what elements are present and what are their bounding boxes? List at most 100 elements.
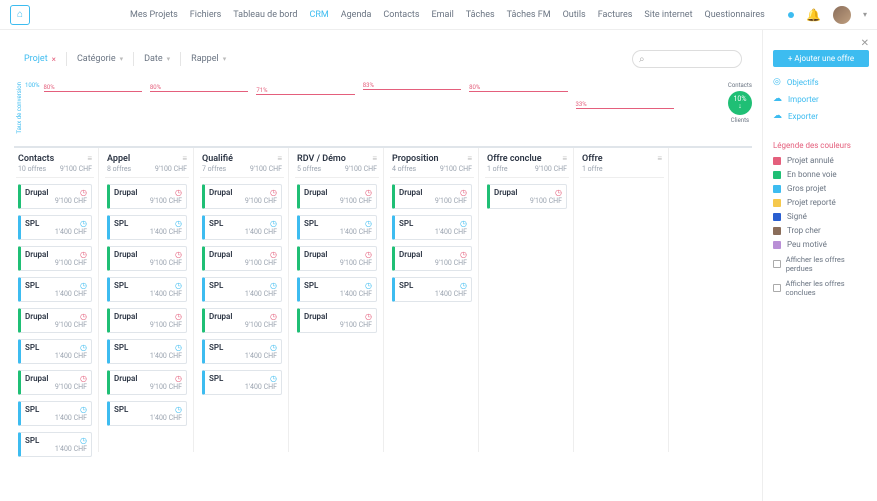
- chart-yaxis: 100%: [25, 82, 44, 134]
- deal-card[interactable]: ◷Drupal9'100 CHF: [18, 308, 92, 333]
- column-header: ≡Offre1 offre: [580, 148, 664, 178]
- deal-card[interactable]: ◷Drupal9'100 CHF: [202, 246, 282, 271]
- menu-icon[interactable]: ≡: [372, 154, 377, 163]
- deal-card[interactable]: ◷Drupal9'100 CHF: [18, 184, 92, 209]
- chart-column: 33%: [576, 82, 682, 122]
- close-icon[interactable]: ×: [52, 55, 56, 64]
- link-importer[interactable]: ☁Importer: [773, 94, 869, 104]
- app-logo[interactable]: ⌂: [10, 5, 30, 25]
- deal-card[interactable]: ◷SPL1'400 CHF: [18, 432, 92, 457]
- menu-icon[interactable]: ≡: [467, 154, 472, 163]
- clock-icon: ◷: [365, 188, 372, 197]
- deal-card[interactable]: ◷Drupal9'100 CHF: [18, 246, 92, 271]
- deal-card[interactable]: ◷Drupal9'100 CHF: [297, 246, 377, 271]
- deal-card[interactable]: ◷SPL1'400 CHF: [202, 339, 282, 364]
- check-perdues[interactable]: Afficher les offres perdues: [773, 255, 869, 273]
- card-amount: 9'100 CHF: [399, 259, 467, 267]
- deal-card[interactable]: ◷SPL1'400 CHF: [107, 215, 187, 240]
- deal-card[interactable]: ◷Drupal9'100 CHF: [202, 184, 282, 209]
- deal-card[interactable]: ◷SPL1'400 CHF: [202, 277, 282, 302]
- deal-card[interactable]: ◷Drupal9'100 CHF: [297, 184, 377, 209]
- card-amount: 1'400 CHF: [209, 383, 277, 391]
- deal-card[interactable]: ◷Drupal9'100 CHF: [202, 308, 282, 333]
- search-input[interactable]: ⌕: [632, 50, 742, 68]
- nav-item[interactable]: Fichiers: [190, 10, 222, 20]
- filter-rappel[interactable]: Rappel▾: [191, 54, 226, 64]
- menu-icon[interactable]: ≡: [277, 154, 282, 163]
- nav-item[interactable]: Email: [432, 10, 454, 20]
- deal-card[interactable]: ◷SPL1'400 CHF: [392, 277, 472, 302]
- card-amount: 9'100 CHF: [304, 321, 372, 329]
- deal-card[interactable]: ◷Drupal9'100 CHF: [297, 308, 377, 333]
- deal-card[interactable]: ◷Drupal9'100 CHF: [18, 370, 92, 395]
- deal-card[interactable]: ◷Drupal9'100 CHF: [392, 246, 472, 271]
- deal-card[interactable]: ◷Drupal9'100 CHF: [107, 308, 187, 333]
- column-title: Appel: [107, 154, 187, 164]
- legend-label: Signé: [787, 212, 807, 221]
- deal-card[interactable]: ◷Drupal9'100 CHF: [107, 246, 187, 271]
- deal-card[interactable]: ◷SPL1'400 CHF: [18, 401, 92, 426]
- filter-projet[interactable]: Projet×: [24, 54, 56, 64]
- conversion-chart: Taux de conversion 100% 80%80%71%83%80%3…: [14, 82, 752, 134]
- clock-icon: ◷: [175, 312, 182, 321]
- deal-card[interactable]: ◷SPL1'400 CHF: [202, 215, 282, 240]
- menu-icon[interactable]: ≡: [562, 154, 567, 163]
- deal-card[interactable]: ◷SPL1'400 CHF: [297, 215, 377, 240]
- link-exporter[interactable]: ☁Exporter: [773, 111, 869, 121]
- column-offers: 8 offres: [107, 165, 131, 173]
- nav-item[interactable]: Tâches: [466, 10, 495, 20]
- nav-item[interactable]: Factures: [598, 10, 633, 20]
- color-swatch: [773, 157, 781, 165]
- nav-item[interactable]: Mes Projets: [130, 10, 178, 20]
- nav-item[interactable]: CRM: [309, 10, 328, 20]
- kanban-board[interactable]: ≡Contacts10 offres9'100 CHF◷Drupal9'100 …: [14, 146, 752, 458]
- nav-item[interactable]: Questionnaires: [705, 10, 765, 20]
- nav-item[interactable]: Tableau de bord: [233, 10, 297, 20]
- deal-card[interactable]: ◷SPL1'400 CHF: [18, 339, 92, 364]
- deal-card[interactable]: ◷Drupal9'100 CHF: [107, 370, 187, 395]
- nav-item[interactable]: Outils: [563, 10, 586, 20]
- deal-card[interactable]: ◷Drupal9'100 CHF: [487, 184, 567, 209]
- link-objectifs[interactable]: ◎Objectifs: [773, 77, 869, 87]
- card-list: ◷Drupal9'100 CHF ◷SPL1'400 CHF ◷Drupal9'10…: [16, 184, 94, 458]
- deal-card[interactable]: ◷SPL1'400 CHF: [18, 215, 92, 240]
- clock-icon: ◷: [175, 250, 182, 259]
- nav-item[interactable]: Agenda: [341, 10, 372, 20]
- clock-icon: ◷: [460, 188, 467, 197]
- deal-card[interactable]: ◷SPL1'400 CHF: [107, 339, 187, 364]
- deal-card[interactable]: ◷Drupal9'100 CHF: [107, 184, 187, 209]
- chevron-down-icon[interactable]: ▾: [863, 10, 867, 19]
- menu-icon[interactable]: ≡: [182, 154, 187, 163]
- deal-card[interactable]: ◷Drupal9'100 CHF: [392, 184, 472, 209]
- deal-card[interactable]: ◷SPL1'400 CHF: [107, 277, 187, 302]
- nav-item[interactable]: Contacts: [383, 10, 419, 20]
- column-title: Contacts: [18, 154, 92, 164]
- card-amount: 9'100 CHF: [209, 259, 277, 267]
- deal-card[interactable]: ◷SPL1'400 CHF: [18, 277, 92, 302]
- card-title: SPL: [304, 281, 372, 290]
- nav-item[interactable]: Tâches FM: [507, 10, 551, 20]
- close-icon[interactable]: ✕: [861, 38, 869, 49]
- avatar[interactable]: [833, 6, 851, 24]
- checkbox-icon[interactable]: [773, 260, 781, 268]
- menu-icon[interactable]: ≡: [87, 154, 92, 163]
- deal-card[interactable]: ◷SPL1'400 CHF: [107, 401, 187, 426]
- deal-card[interactable]: ◷SPL1'400 CHF: [392, 215, 472, 240]
- filter-categorie[interactable]: Catégorie▾: [77, 54, 123, 64]
- card-title: Drupal: [209, 312, 277, 321]
- clock-icon: ◷: [80, 436, 87, 445]
- filter-date[interactable]: Date▾: [144, 54, 170, 64]
- notification-dot[interactable]: [788, 12, 794, 18]
- check-conclues[interactable]: Afficher les offres conclues: [773, 279, 869, 297]
- card-amount: 1'400 CHF: [209, 352, 277, 360]
- nav-item[interactable]: Site internet: [644, 10, 692, 20]
- main: Projet× Catégorie▾ Date▾ Rappel▾ ⌕ Taux …: [0, 30, 877, 501]
- add-offer-button[interactable]: + Ajouter une offre: [773, 50, 869, 67]
- search-field[interactable]: [645, 55, 725, 64]
- menu-icon[interactable]: ≡: [657, 154, 662, 163]
- pct-label: 83%: [363, 82, 374, 89]
- deal-card[interactable]: ◷SPL1'400 CHF: [297, 277, 377, 302]
- checkbox-icon[interactable]: [773, 284, 781, 292]
- bell-icon[interactable]: 🔔: [806, 8, 821, 22]
- deal-card[interactable]: ◷SPL1'400 CHF: [202, 370, 282, 395]
